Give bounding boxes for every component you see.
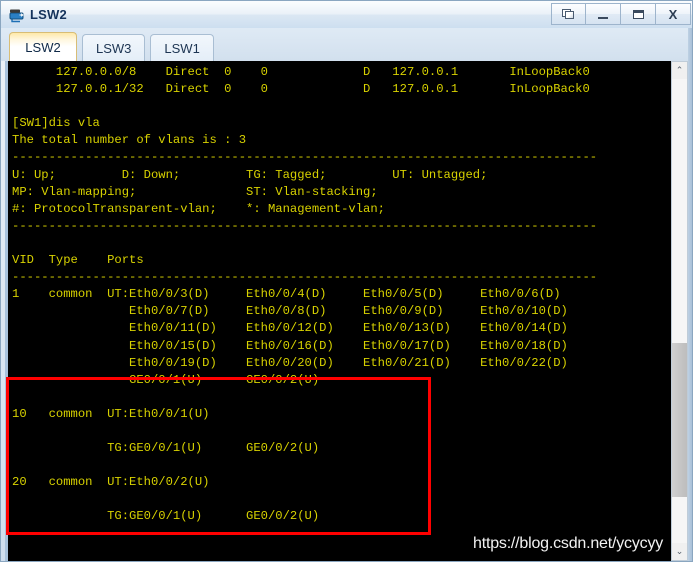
vertical-scrollbar[interactable]: ⌃ ⌄ [671,61,688,561]
terminal-line: U: Up; D: Down; TG: Tagged; UT: Untagged… [12,167,488,182]
terminal-line: 1 common UT:Eth0/0/3(D) Eth0/0/4(D) Eth0… [12,287,561,302]
title-bar-left: LSW2 [1,6,67,23]
terminal-line: Eth0/0/19(D) Eth0/0/20(D) Eth0/0/21(D) E… [12,355,568,370]
terminal-line: ----------------------------------------… [12,150,598,165]
terminal-line: 127.0.0.0/8 Direct 0 0 D 127.0.0.1 InLoo… [12,65,590,79]
restore-button[interactable] [551,3,586,25]
tab-lsw3[interactable]: LSW3 [82,34,146,61]
switch-icon [8,6,25,23]
terminal-line: TG:GE0/0/1(U) GE0/0/2(U) [12,509,320,524]
terminal-line: MP: Vlan-mapping; ST: Vlan-stacking; [12,184,378,199]
title-bar: LSW2 X [1,1,692,28]
terminal-output[interactable]: 127.0.0.0/8 Direct 0 0 D 127.0.0.1 InLoo… [8,61,666,561]
scroll-down-arrow-icon[interactable]: ⌄ [672,543,687,560]
terminal-line: #: ProtocolTransparent-vlan; *: Manageme… [12,201,385,216]
tab-label: LSW1 [164,40,200,56]
window-controls: X [551,3,691,25]
watermark-text: https://blog.csdn.net/ycycyy [473,535,664,552]
tab-label: LSW3 [96,40,132,56]
terminal-line: Eth0/0/7(D) Eth0/0/8(D) Eth0/0/9(D) Eth0… [12,304,568,319]
terminal-line: VID Type Ports [12,253,144,268]
maximize-button[interactable] [621,3,656,25]
terminal-line: 127.0.0.1/32 Direct 0 0 D 127.0.0.1 InLo… [12,82,590,97]
window-right-edge [688,28,692,561]
terminal-line: [SW1]dis vla [12,116,100,131]
terminal-frame: 127.0.0.0/8 Direct 0 0 D 127.0.0.1 InLoo… [5,61,690,561]
scroll-up-arrow-icon[interactable]: ⌃ [672,62,687,79]
terminal-line: Eth0/0/11(D) Eth0/0/12(D) Eth0/0/13(D) E… [12,321,568,336]
scrollbar-track[interactable] [672,79,687,543]
terminal-line: The total number of vlans is : 3 [12,133,247,148]
restore-icon [562,8,575,20]
window-title: LSW2 [30,7,67,22]
terminal-line: 10 common UT:Eth0/0/1(U) [12,406,210,421]
maximize-icon [632,9,644,19]
emulator-window: LSW2 X LSW2 LSW3 LSW1 127.0.0.0/8 Direct… [0,0,693,562]
terminal-line: TG:GE0/0/1(U) GE0/0/2(U) [12,441,320,456]
tab-label: LSW2 [25,39,61,55]
minimize-icon [598,16,608,19]
scrollbar-thumb[interactable] [672,343,687,497]
terminal-line: GE0/0/1(U) GE0/0/2(U) [12,372,320,387]
tab-lsw1[interactable]: LSW1 [150,34,214,61]
tab-bar: LSW2 LSW3 LSW1 [1,28,692,61]
terminal-line: ----------------------------------------… [12,270,598,285]
close-button[interactable]: X [656,3,691,25]
tab-lsw2[interactable]: LSW2 [9,32,77,61]
minimize-button[interactable] [586,3,621,25]
terminal-line: ----------------------------------------… [12,218,598,233]
terminal-line: Eth0/0/15(D) Eth0/0/16(D) Eth0/0/17(D) E… [12,338,568,353]
terminal-line: 20 common UT:Eth0/0/2(U) [12,475,210,490]
close-icon: X [668,6,678,22]
terminal-line: VID Status Property MAC-LRN Statistics D… [12,560,666,562]
